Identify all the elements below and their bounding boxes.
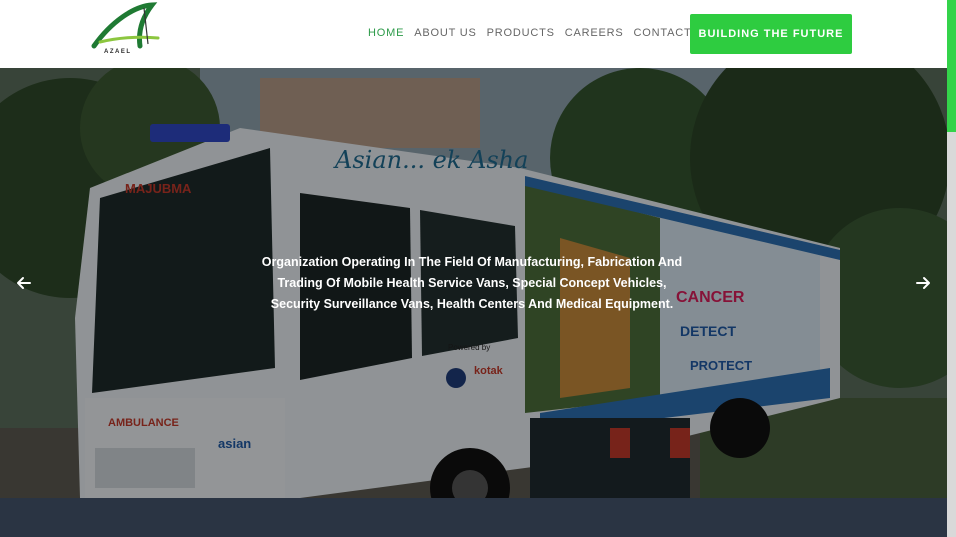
slider-prev-button[interactable] bbox=[14, 273, 34, 293]
arrow-right-icon bbox=[916, 277, 930, 289]
nav-home[interactable]: HOME bbox=[368, 27, 404, 39]
hero-slider: Asian... ek Asha MAJUBMA AMBULANCE asian… bbox=[0, 68, 947, 498]
building-the-future-button[interactable]: BUILDING THE FUTURE bbox=[690, 14, 852, 54]
caption-line-2: Trading Of Mobile Health Service Vans, S… bbox=[277, 276, 667, 290]
arrow-left-icon bbox=[17, 277, 31, 289]
scrollbar-thumb[interactable] bbox=[947, 0, 956, 132]
nav-about-us[interactable]: ABOUT US bbox=[414, 27, 476, 39]
nav-careers[interactable]: CAREERS bbox=[565, 27, 624, 39]
logo-text: AZAEL bbox=[104, 49, 132, 55]
azael-logo[interactable]: AZAEL bbox=[86, 2, 166, 60]
caption-line-1: Organization Operating In The Field Of M… bbox=[261, 255, 683, 269]
nav-products[interactable]: PRODUCTS bbox=[487, 27, 555, 39]
page-scrollbar[interactable] bbox=[947, 0, 956, 537]
caption-line-3: Security Surveillance Vans, Health Cente… bbox=[270, 297, 674, 311]
hero-caption: Organization Operating In The Field Of M… bbox=[230, 252, 714, 315]
main-nav: HOME ABOUT US PRODUCTS CAREERS CONTACT U… bbox=[368, 27, 722, 39]
site-header: AZAEL HOME ABOUT US PRODUCTS CAREERS CON… bbox=[0, 0, 947, 68]
slider-next-button[interactable] bbox=[913, 273, 933, 293]
dark-section-band bbox=[0, 498, 947, 537]
